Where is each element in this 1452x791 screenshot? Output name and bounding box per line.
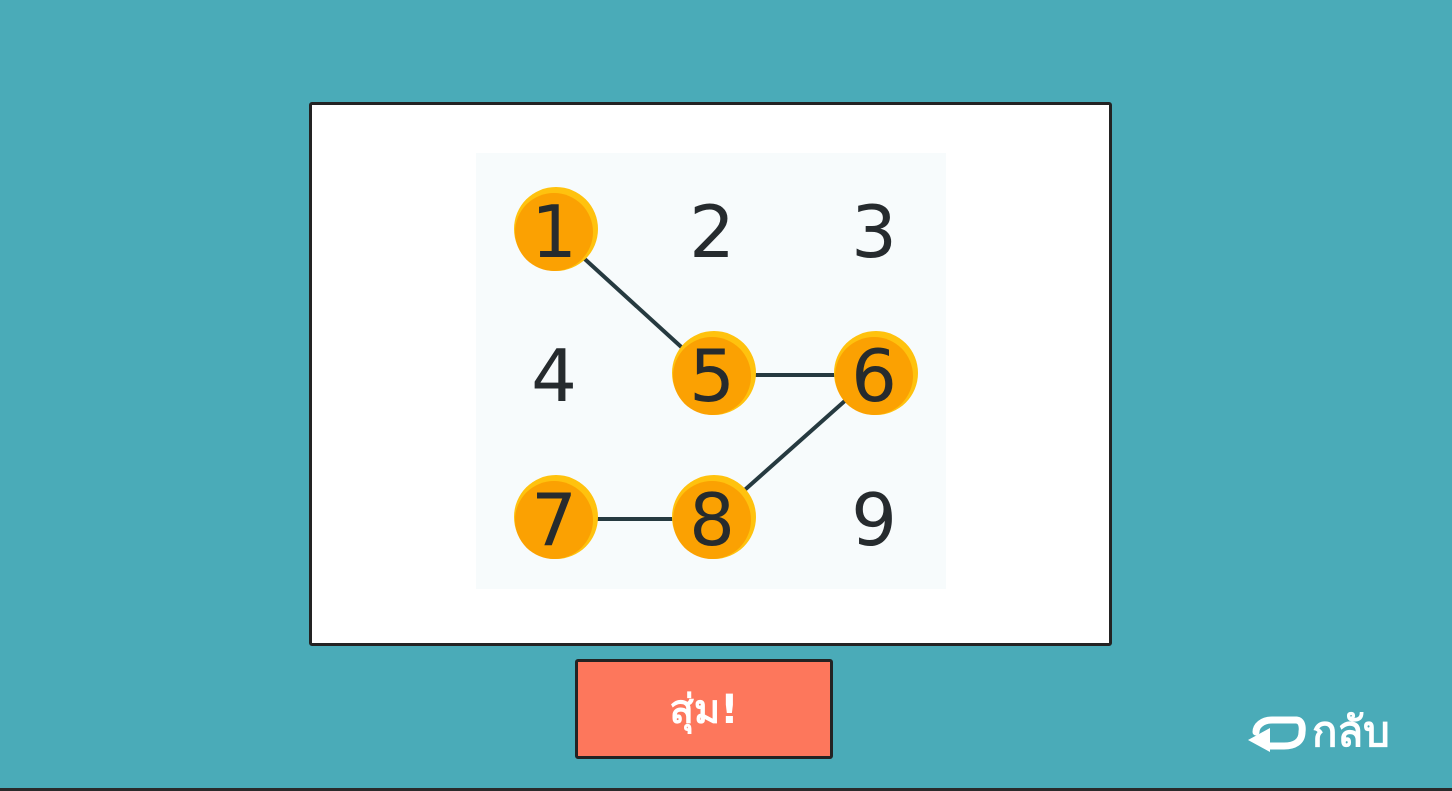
grid-number-9: 9 xyxy=(851,478,897,562)
back-arrow-icon xyxy=(1248,716,1306,752)
grid-number-7: 7 xyxy=(531,478,577,562)
grid-cell-3[interactable]: 3 xyxy=(851,190,897,274)
grid-cell-7[interactable]: 7 xyxy=(514,475,598,562)
grid-number-8: 8 xyxy=(689,478,735,562)
game-board: 1 2 3 4 5 6 7 8 9 xyxy=(309,102,1112,646)
number-grid-canvas: 1 2 3 4 5 6 7 8 9 xyxy=(514,187,918,562)
grid-cell-9[interactable]: 9 xyxy=(851,478,897,562)
back-button-label: กลับ xyxy=(1312,707,1390,756)
grid-number-4: 4 xyxy=(531,334,577,418)
grid-number-1: 1 xyxy=(531,190,577,274)
grid-number-5: 5 xyxy=(689,334,735,418)
grid-cell-6[interactable]: 6 xyxy=(834,331,918,418)
random-button-label: สุ่ม! xyxy=(669,687,739,733)
grid-number-6: 6 xyxy=(851,334,897,418)
grid-number-3: 3 xyxy=(851,190,897,274)
random-button[interactable]: สุ่ม! xyxy=(575,659,833,759)
grid-number-2: 2 xyxy=(689,190,735,274)
grid-cell-8[interactable]: 8 xyxy=(672,475,756,562)
grid-cell-5[interactable]: 5 xyxy=(672,331,756,418)
number-grid: 1 2 3 4 5 6 7 8 9 xyxy=(476,153,946,589)
back-button[interactable]: กลับ xyxy=(1246,700,1426,764)
grid-cell-2[interactable]: 2 xyxy=(689,190,735,274)
grid-cell-4[interactable]: 4 xyxy=(531,334,577,418)
